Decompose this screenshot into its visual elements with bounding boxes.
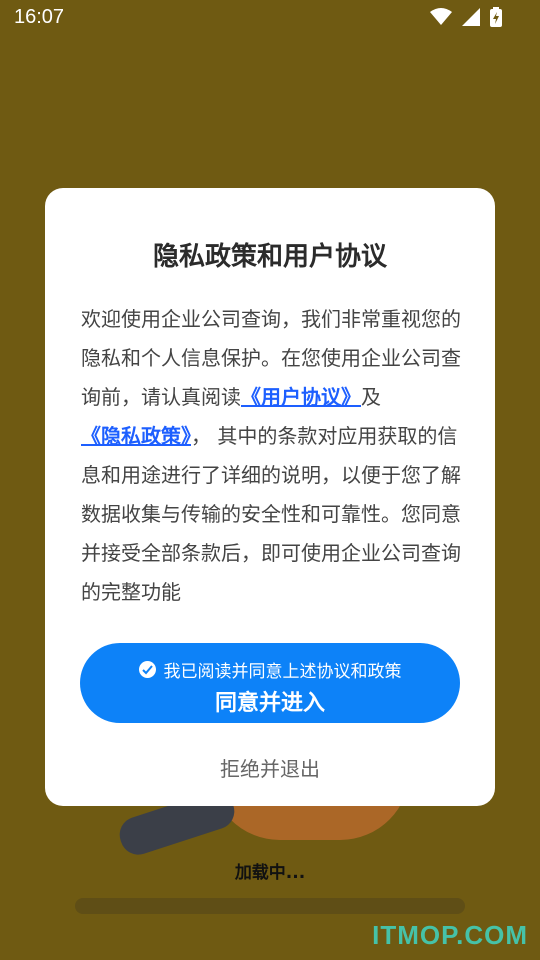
agree-and-enter-button[interactable]: 我已阅读并同意上述协议和政策 同意并进入 (80, 643, 460, 723)
loading-label: 加载中... (234, 863, 306, 883)
check-icon[interactable] (138, 661, 156, 678)
status-bar: 16:07 (0, 0, 540, 36)
user-agreement-link[interactable]: 《用户协议》 (241, 385, 361, 409)
body-rest-text: ， 其中的条款对应用获取的信息和用途进行了详细的说明，以便于您了解数据收集与传输… (81, 424, 461, 604)
status-time: 16:07 (14, 6, 65, 28)
agree-checkbox-label: 我已阅读并同意上述协议和政策 (163, 662, 402, 682)
loading-progress-bar (75, 898, 465, 914)
dialog-title: 隐私政策和用户协议 (152, 242, 387, 272)
body-connector-text: 及 (361, 385, 381, 409)
signal-icon (462, 8, 480, 26)
agree-button-label: 同意并进入 (214, 691, 325, 716)
privacy-policy-link[interactable]: 《隐私政策》 (81, 424, 191, 448)
reject-and-exit-button[interactable]: 拒绝并退出 (45, 753, 495, 782)
privacy-dialog: 隐私政策和用户协议 欢迎使用企业公司查询，我们非常重视您的隐私和个人信息保护。在… (45, 188, 495, 806)
dialog-body: 欢迎使用企业公司查询，我们非常重视您的隐私和个人信息保护。在您使用企业公司查询前… (81, 300, 461, 612)
agree-checkbox-row[interactable]: 我已阅读并同意上述协议和政策 (80, 657, 460, 682)
wifi-icon (430, 8, 452, 25)
battery-icon (490, 7, 502, 27)
status-icons (430, 7, 502, 27)
watermark: ITMOP.COM (372, 920, 528, 950)
